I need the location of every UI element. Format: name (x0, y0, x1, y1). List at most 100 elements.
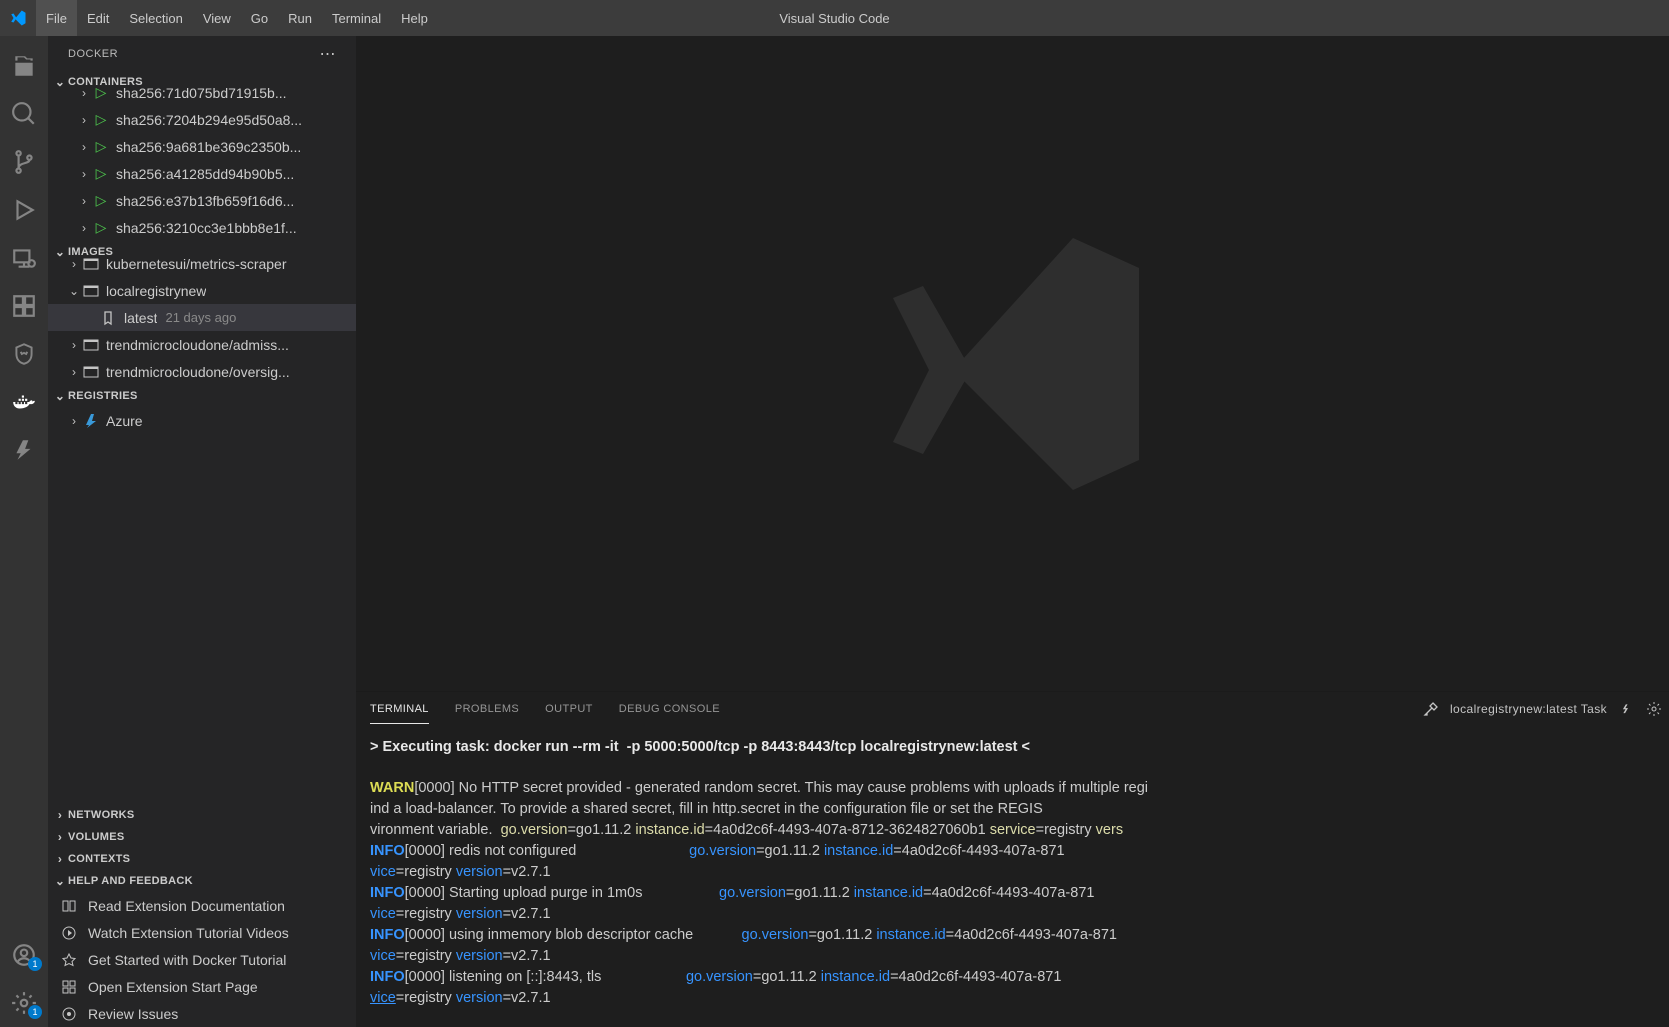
terminal-val: =registry (1036, 822, 1096, 838)
container-label: sha256:9a681be369c2350b... (116, 139, 301, 155)
book-icon (60, 898, 78, 914)
section-registries-label: REGISTRIES (68, 390, 138, 402)
section-registries[interactable]: ⌄ REGISTRIES (48, 385, 356, 407)
image-label: localregistrynew (106, 283, 206, 299)
section-volumes[interactable]: › VOLUMES (48, 826, 356, 848)
activity-search-icon[interactable] (0, 90, 48, 138)
play-circle-icon (60, 925, 78, 941)
container-item[interactable]: › ▷ sha256:7204b294e95d50a8... (48, 106, 356, 133)
play-icon: ▷ (92, 165, 110, 182)
terminal-key: instance.id (876, 927, 945, 943)
activity-snyk-icon[interactable] (0, 330, 48, 378)
chevron-down-icon: ⌄ (66, 284, 82, 298)
section-help-label: HELP AND FEEDBACK (68, 875, 193, 887)
image-item[interactable]: ⌄ localregistrynew (48, 277, 356, 304)
terminal-text: vironment variable. (370, 822, 501, 838)
extension-icon (60, 979, 78, 995)
menu-file[interactable]: File (36, 0, 77, 36)
container-item[interactable]: › ▷ sha256:9a681be369c2350b... (48, 133, 356, 160)
image-item[interactable]: › trendmicrocloudone/oversig... (48, 358, 356, 385)
help-item-label: Open Extension Start Page (88, 979, 258, 995)
terminal-key: instance.id (824, 843, 893, 859)
play-icon: ▷ (92, 219, 110, 236)
menu-terminal[interactable]: Terminal (322, 0, 391, 36)
image-tag-item[interactable]: latest 21 days ago (48, 304, 356, 331)
terminal-text: ind a load-balancer. To provide a shared… (370, 801, 1043, 817)
menu-run[interactable]: Run (278, 0, 322, 36)
section-networks[interactable]: › NETWORKS (48, 804, 356, 826)
terminal-key: instance.id (635, 822, 704, 838)
help-read-docs[interactable]: Read Extension Documentation (48, 892, 356, 919)
menu-edit[interactable]: Edit (77, 0, 119, 36)
accounts-badge: 1 (28, 957, 42, 971)
terminal-val: =registry (396, 948, 456, 964)
terminal-text: listening on [::]:8443, tls (445, 969, 601, 985)
menu-selection[interactable]: Selection (119, 0, 192, 36)
menu-go[interactable]: Go (241, 0, 278, 36)
terminal-key: vice (370, 906, 396, 922)
terminal-task-label[interactable]: localregistrynew:latest Task (1450, 702, 1607, 716)
container-item[interactable]: › ▷ sha256:3210cc3e1bbb8e1f... (48, 214, 356, 241)
terminal-key: service (990, 822, 1036, 838)
tab-terminal[interactable]: TERMINAL (370, 695, 429, 724)
terminal-info-tag: INFO (370, 969, 405, 985)
vscode-logo-icon (0, 0, 36, 36)
terminal-val: =go1.11.2 (567, 822, 635, 838)
image-item[interactable]: › kubernetesui/metrics-scraper (48, 250, 356, 277)
terminal-output[interactable]: > Executing task: docker run --rm -it -p… (356, 727, 1669, 1027)
activity-remote-icon[interactable] (0, 234, 48, 282)
images-tree: › kubernetesui/metrics-scraper ⌄ localre… (48, 263, 356, 385)
help-watch-videos[interactable]: Watch Extension Tutorial Videos (48, 919, 356, 946)
activity-settings-icon[interactable]: 1 (0, 979, 48, 1027)
menu-help[interactable]: Help (391, 0, 438, 36)
sidebar: DOCKER ⋯ ⌄ CONTAINERS › ▷ sha256:71d075b… (48, 36, 356, 1027)
help-item-label: Watch Extension Tutorial Videos (88, 925, 289, 941)
help-review-issues[interactable]: Review Issues (48, 1000, 356, 1027)
help-open-start-page[interactable]: Open Extension Start Page (48, 973, 356, 1000)
tools-icon[interactable] (1422, 700, 1440, 718)
sidebar-more-icon[interactable]: ⋯ (320, 44, 337, 64)
tab-output[interactable]: OUTPUT (545, 695, 593, 723)
activity-docker-icon[interactable] (0, 378, 48, 426)
terminal-key: vice (370, 948, 396, 964)
tab-problems[interactable]: PROBLEMS (455, 695, 519, 723)
bottom-panel: TERMINAL PROBLEMS OUTPUT DEBUG CONSOLE l… (356, 691, 1669, 1027)
container-item[interactable]: › ▷ sha256:71d075bd71915b... (48, 79, 356, 106)
section-help[interactable]: ⌄ HELP AND FEEDBACK (48, 870, 356, 892)
activity-source-control-icon[interactable] (0, 138, 48, 186)
image-item[interactable]: › trendmicrocloudone/admiss... (48, 331, 356, 358)
terminal-key: version (456, 948, 503, 964)
chevron-right-icon: › (66, 338, 82, 352)
terminal-text: No HTTP secret provided - generated rand… (455, 780, 1148, 796)
split-terminal-icon[interactable]: ⌁ (1617, 700, 1635, 718)
activity-run-debug-icon[interactable] (0, 186, 48, 234)
activity-azure-icon[interactable] (0, 426, 48, 474)
titlebar: File Edit Selection View Go Run Terminal… (0, 0, 1669, 36)
chevron-down-icon: ⌄ (52, 389, 68, 403)
image-icon (82, 337, 100, 353)
help-get-started[interactable]: Get Started with Docker Tutorial (48, 946, 356, 973)
container-item[interactable]: › ▷ sha256:a41285dd94b90b5... (48, 160, 356, 187)
container-item[interactable]: › ▷ sha256:e37b13fb659f16d6... (48, 187, 356, 214)
terminal-key: instance.id (854, 885, 923, 901)
terminal-key: go.version (686, 969, 753, 985)
terminal-key: instance.id (821, 969, 890, 985)
registry-item[interactable]: › Azure (48, 407, 356, 434)
activity-extensions-icon[interactable] (0, 282, 48, 330)
play-icon: ▷ (92, 138, 110, 155)
section-contexts[interactable]: › CONTEXTS (48, 848, 356, 870)
terminal-warn-tag: WARN (370, 780, 414, 796)
terminal-exec-line: > Executing task: docker run --rm -it -p… (370, 739, 1030, 755)
menu-view[interactable]: View (193, 0, 241, 36)
terminal-info-tag: INFO (370, 885, 405, 901)
tab-debug-console[interactable]: DEBUG CONSOLE (619, 695, 720, 723)
activity-explorer-icon[interactable] (0, 42, 48, 90)
help-item-label: Get Started with Docker Tutorial (88, 952, 286, 968)
terminal-val: =go1.11.2 (786, 885, 854, 901)
settings-panel-icon[interactable] (1645, 700, 1663, 718)
chevron-right-icon: › (76, 140, 92, 154)
panel-right-tools: localregistrynew:latest Task ⌁ (1422, 700, 1663, 718)
chevron-right-icon: › (76, 221, 92, 235)
activity-accounts-icon[interactable]: 1 (0, 931, 48, 979)
tag-label: latest (124, 310, 157, 326)
